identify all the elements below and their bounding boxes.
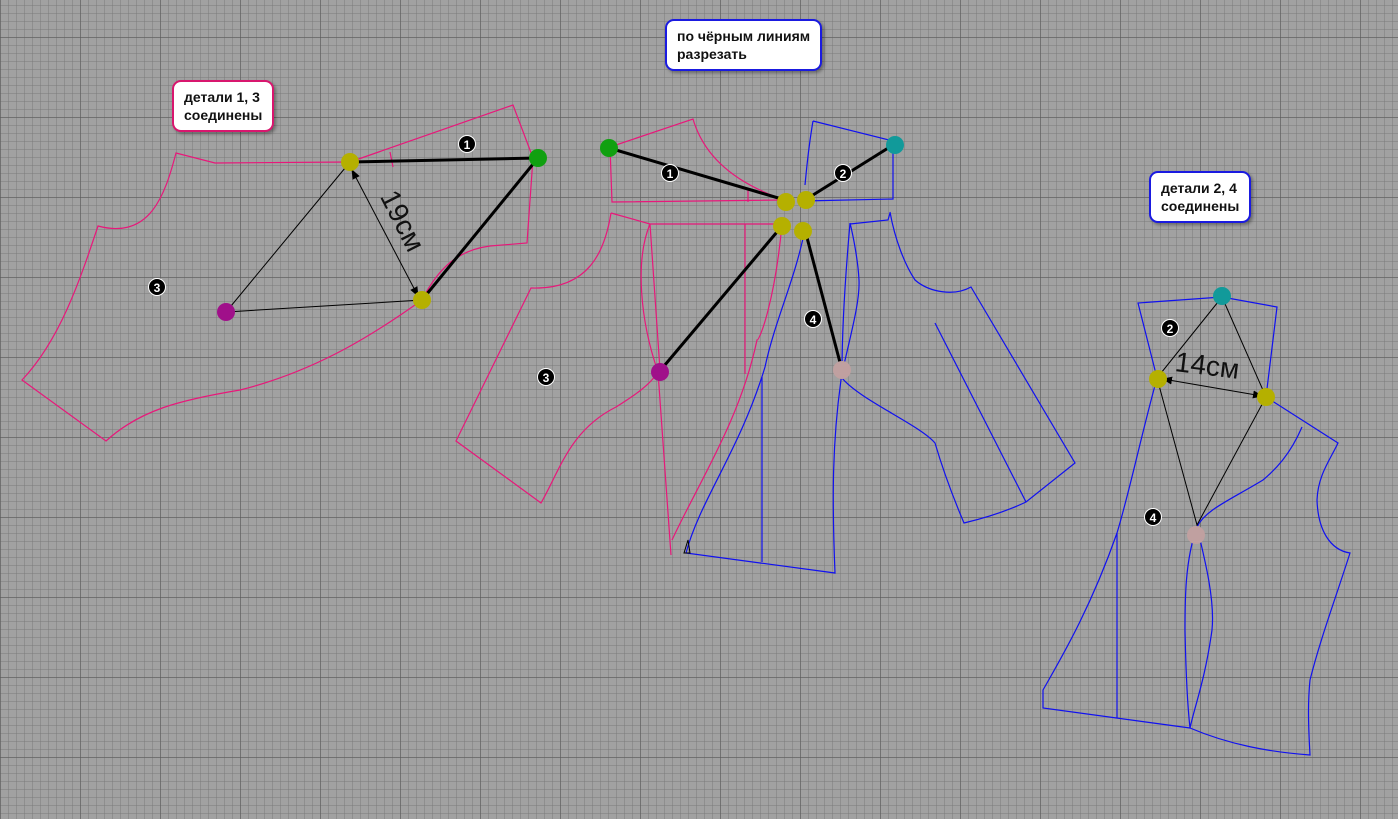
cut-line [420,157,540,301]
badge-piece-1: 1 [661,164,679,182]
dot-yellow [797,191,815,209]
dot-yellow [1257,388,1275,406]
callout-cut-instruction: по чёрным линиям разрезать [665,19,823,71]
dot-yellow [794,222,812,240]
dot-yellow [773,217,791,235]
piece-2-middle [802,120,894,202]
callout-line: соединены [1161,198,1240,214]
dot-teal [886,136,904,154]
badge-piece-2: 2 [1161,319,1179,337]
piece-1-middle [609,118,786,203]
piece-3-middle [455,212,783,556]
center-curve [1184,526,1214,729]
cut-line [349,156,539,164]
side-seam [640,223,661,373]
callout-line: детали 1, 3 [184,89,260,105]
cut-line [803,229,844,371]
callout-line: по чёрным линиям [677,28,811,44]
dot-teal [1213,287,1231,305]
callout-line: соединены [184,107,263,123]
badge-piece-3: 3 [537,368,555,386]
callout-line: разрезать [677,46,747,62]
dot-yellow [777,193,795,211]
piece-3-left [21,152,423,442]
piece-4-right [1042,377,1351,756]
dot-magenta [217,303,235,321]
side-piece-middle [841,211,1076,524]
dot-rose [833,361,851,379]
dart-tick [389,151,394,168]
dot-yellow [341,153,359,171]
dart-line [934,322,1027,503]
dot-magenta [651,363,669,381]
badge-piece-1: 1 [458,135,476,153]
callout-details-1-3: детали 1, 3 соединены [172,80,275,132]
dot-green [600,139,618,157]
badge-piece-4: 4 [1144,508,1162,526]
badge-piece-3: 3 [148,278,166,296]
callout-details-2-4: детали 2, 4 соединены [1149,171,1252,223]
dot-green [529,149,547,167]
dot-yellow [413,291,431,309]
cut-line [657,225,784,373]
dot-yellow [1149,370,1167,388]
inner-curve [1196,426,1303,528]
dot-rose [1187,526,1205,544]
badge-piece-2: 2 [834,164,852,182]
callout-line: детали 2, 4 [1161,180,1237,196]
cut-line [608,146,786,202]
badge-piece-4: 4 [804,310,822,328]
